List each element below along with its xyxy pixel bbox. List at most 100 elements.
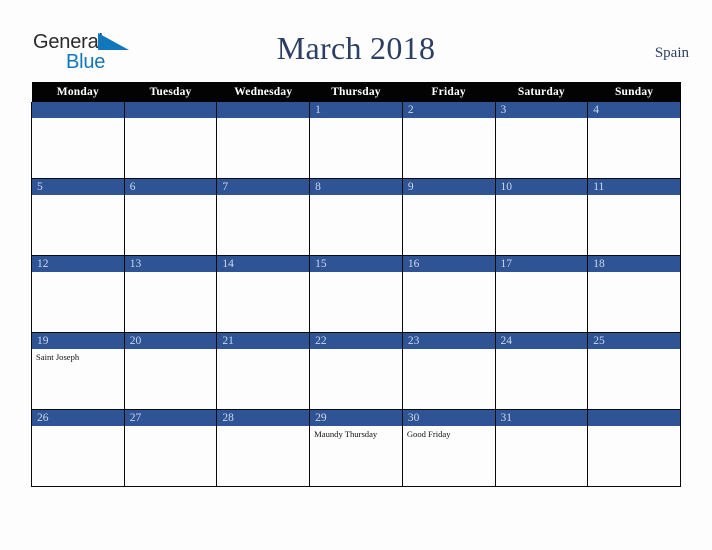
calendar-day-cell[interactable] bbox=[587, 409, 681, 487]
day-events bbox=[125, 426, 217, 429]
calendar-day-cell[interactable]: 10 bbox=[495, 178, 589, 256]
day-events bbox=[310, 195, 402, 198]
calendar-page: General Blue March 2018 Spain Monday Tue… bbox=[0, 0, 712, 550]
day-number: 7 bbox=[217, 179, 310, 195]
weekday-header-monday: Monday bbox=[31, 82, 125, 102]
day-events bbox=[496, 118, 588, 121]
day-events bbox=[310, 349, 402, 352]
day-events bbox=[32, 195, 124, 198]
day-events bbox=[217, 426, 309, 429]
calendar-day-cell[interactable]: 12 bbox=[31, 255, 125, 333]
day-events bbox=[588, 272, 680, 275]
calendar-day-cell[interactable]: 29 Maundy Thursday bbox=[309, 409, 403, 487]
day-number: 22 bbox=[310, 333, 402, 349]
day-events bbox=[588, 426, 680, 429]
day-events bbox=[217, 195, 309, 198]
day-events bbox=[588, 195, 680, 198]
calendar-day-cell[interactable]: 11 bbox=[587, 178, 681, 256]
calendar-day-cell[interactable]: 19 Saint Joseph bbox=[31, 332, 125, 410]
day-events: Good Friday bbox=[403, 426, 495, 440]
day-number: 4 bbox=[588, 102, 680, 118]
day-number: 30 bbox=[402, 410, 495, 426]
day-events bbox=[310, 272, 402, 275]
day-number bbox=[588, 410, 680, 426]
calendar-day-cell[interactable]: 15 bbox=[309, 255, 403, 333]
day-events bbox=[496, 349, 588, 352]
day-number bbox=[217, 102, 310, 118]
day-number: 19 bbox=[32, 333, 124, 349]
weekday-header-tuesday: Tuesday bbox=[124, 82, 217, 102]
calendar-day-cell[interactable]: 7 bbox=[216, 178, 311, 256]
day-number: 13 bbox=[124, 256, 217, 272]
weekday-header-row: Monday Tuesday Wednesday Thursday Friday… bbox=[31, 82, 681, 102]
day-events bbox=[217, 118, 309, 121]
day-number: 28 bbox=[217, 410, 310, 426]
calendar-day-cell[interactable]: 23 bbox=[402, 332, 496, 410]
calendar-day-cell[interactable]: 6 bbox=[124, 178, 218, 256]
day-number: 5 bbox=[32, 179, 124, 195]
calendar-day-cell[interactable]: 26 bbox=[31, 409, 125, 487]
calendar-day-cell[interactable]: 1 bbox=[309, 102, 403, 179]
calendar-day-cell[interactable] bbox=[31, 102, 125, 179]
calendar-grid: Monday Tuesday Wednesday Thursday Friday… bbox=[31, 82, 681, 487]
calendar-day-cell[interactable]: 8 bbox=[309, 178, 403, 256]
day-events bbox=[125, 118, 217, 121]
calendar-day-cell[interactable]: 4 bbox=[587, 102, 681, 179]
calendar-day-cell[interactable]: 17 bbox=[495, 255, 589, 333]
day-events bbox=[32, 272, 124, 275]
calendar-day-cell[interactable]: 18 bbox=[587, 255, 681, 333]
calendar-day-cell[interactable]: 16 bbox=[402, 255, 496, 333]
day-number: 1 bbox=[310, 102, 402, 118]
calendar-day-cell[interactable] bbox=[124, 102, 218, 179]
calendar-week-row: 1234 bbox=[31, 102, 681, 179]
calendar-week-row: 12 13 14 15 16 17 18 bbox=[31, 255, 681, 333]
day-number: 25 bbox=[588, 333, 680, 349]
calendar-day-cell[interactable] bbox=[216, 102, 311, 179]
calendar-day-cell[interactable]: 21 bbox=[216, 332, 311, 410]
day-events bbox=[32, 426, 124, 429]
day-number: 20 bbox=[124, 333, 217, 349]
day-number: 18 bbox=[588, 256, 680, 272]
day-number: 15 bbox=[310, 256, 402, 272]
weekday-header-saturday: Saturday bbox=[495, 82, 588, 102]
calendar-day-cell[interactable]: 2 bbox=[402, 102, 496, 179]
day-events bbox=[403, 195, 495, 198]
day-number: 21 bbox=[217, 333, 310, 349]
calendar-day-cell[interactable]: 27 bbox=[124, 409, 218, 487]
day-number: 31 bbox=[495, 410, 588, 426]
day-number bbox=[32, 102, 124, 118]
day-number: 26 bbox=[32, 410, 124, 426]
day-number: 24 bbox=[495, 333, 588, 349]
calendar-week-row: 19 Saint Joseph 20 21 22 23 24 25 bbox=[31, 332, 681, 410]
day-events bbox=[496, 195, 588, 198]
day-number: 10 bbox=[495, 179, 588, 195]
calendar-day-cell[interactable]: 5 bbox=[31, 178, 125, 256]
calendar-day-cell[interactable]: 24 bbox=[495, 332, 589, 410]
day-events bbox=[125, 349, 217, 352]
weekday-header-thursday: Thursday bbox=[309, 82, 403, 102]
calendar-week-row: 5 6 7 8 9 10 11 bbox=[31, 178, 681, 256]
calendar-day-cell[interactable]: 22 bbox=[309, 332, 403, 410]
day-events bbox=[403, 349, 495, 352]
day-events: Saint Joseph bbox=[32, 349, 124, 363]
calendar-day-cell[interactable]: 20 bbox=[124, 332, 218, 410]
day-number: 14 bbox=[217, 256, 310, 272]
day-number: 29 bbox=[310, 410, 402, 426]
country-label: Spain bbox=[654, 45, 689, 61]
calendar-day-cell[interactable]: 9 bbox=[402, 178, 496, 256]
calendar-day-cell[interactable]: 25 bbox=[587, 332, 681, 410]
calendar-day-cell[interactable]: 28 bbox=[216, 409, 311, 487]
day-number: 12 bbox=[32, 256, 124, 272]
calendar-day-cell[interactable]: 13 bbox=[124, 255, 218, 333]
day-events bbox=[496, 272, 588, 275]
calendar-day-cell[interactable]: 3 bbox=[495, 102, 589, 179]
day-number: 16 bbox=[402, 256, 495, 272]
day-events bbox=[310, 118, 402, 121]
page-header: General Blue March 2018 Spain bbox=[0, 0, 712, 82]
day-events bbox=[403, 272, 495, 275]
calendar-day-cell[interactable]: 30 Good Friday bbox=[402, 409, 496, 487]
calendar-day-cell[interactable]: 14 bbox=[216, 255, 311, 333]
day-events: Maundy Thursday bbox=[310, 426, 402, 440]
calendar-day-cell[interactable]: 31 bbox=[495, 409, 589, 487]
day-events bbox=[217, 272, 309, 275]
